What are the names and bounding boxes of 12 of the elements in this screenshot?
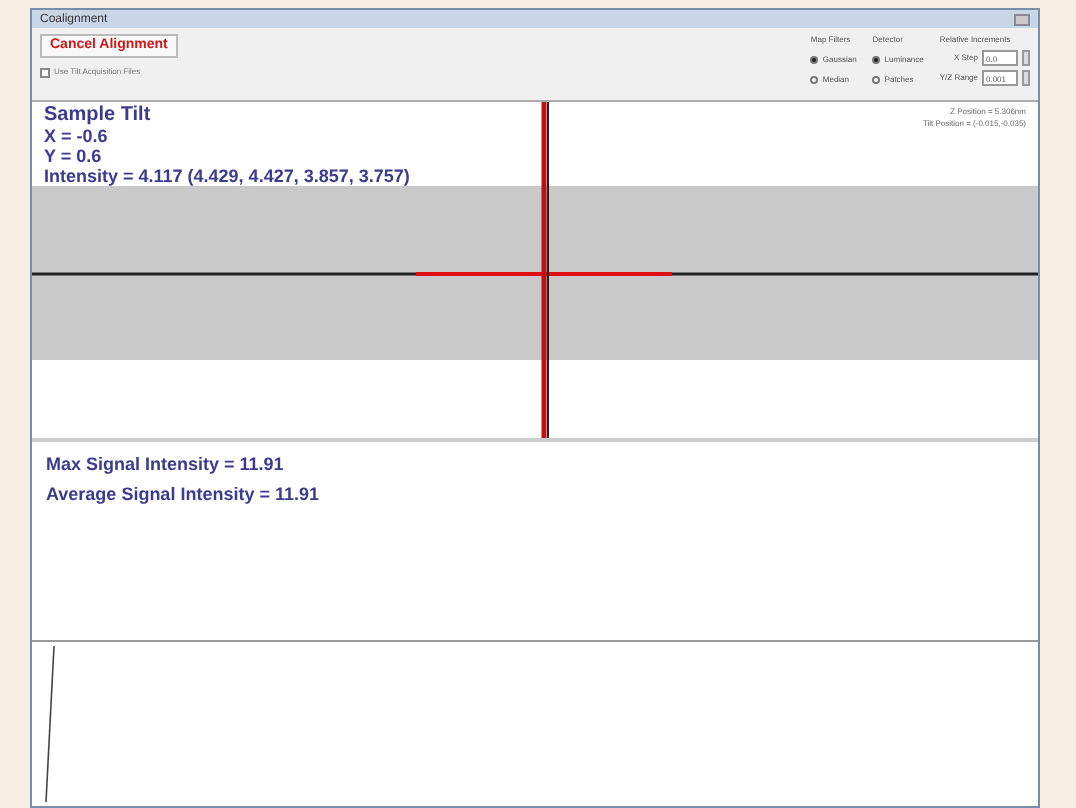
signal-readout: Average Signal Intensity = 11.91 xyxy=(46,482,321,508)
radio-button[interactable] xyxy=(872,76,881,84)
checkbox[interactable] xyxy=(40,67,50,77)
close-icon[interactable] xyxy=(1014,13,1030,25)
panel-heading: Sample Tilt xyxy=(44,106,153,126)
radio-button[interactable] xyxy=(872,56,881,64)
readout-text: X = -0.6 xyxy=(44,126,110,146)
readout-text: Y = 0.6 xyxy=(44,146,104,166)
signal-readout: Max Signal Intensity = 11.91 xyxy=(46,452,286,478)
readout-text: Intensity = 4.117 (4.429, 4.427, 3.857, 3.757) xyxy=(44,166,410,186)
radio-button[interactable] xyxy=(810,56,819,64)
radio-button[interactable] xyxy=(810,76,819,84)
